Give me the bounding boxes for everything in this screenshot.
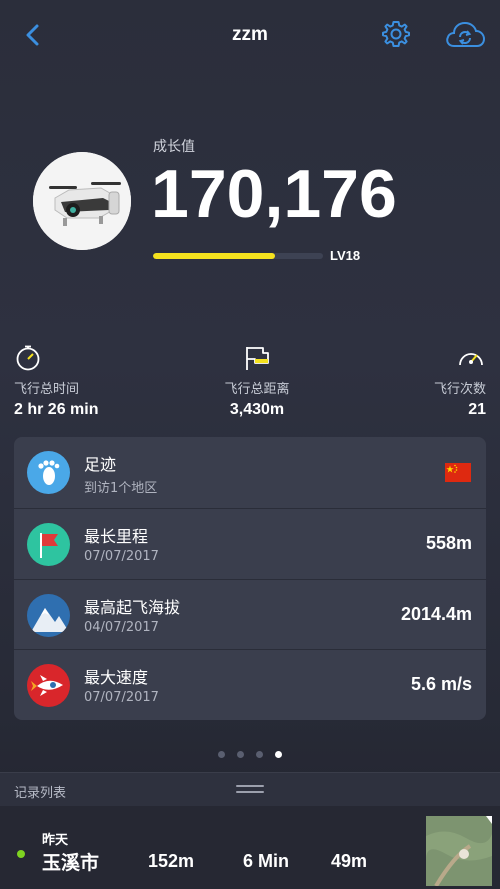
page-dot[interactable] bbox=[218, 751, 225, 758]
record-altitude: 49m bbox=[331, 851, 368, 871]
top-bar: zzm bbox=[0, 0, 500, 72]
level-progress-bar bbox=[153, 253, 323, 259]
record-distance: 152m bbox=[148, 851, 195, 871]
cloud-sync-button[interactable] bbox=[444, 18, 486, 52]
stat-flight-time: 飞行总时间 2 hr 26 min bbox=[14, 344, 98, 419]
achievement-row-footprint[interactable]: 足迹 到访1个地区 bbox=[14, 437, 486, 508]
achievement-title: 最长里程 bbox=[84, 526, 149, 546]
red-flag-icon bbox=[27, 522, 70, 566]
speedometer-icon bbox=[459, 353, 483, 366]
page-dot-active[interactable] bbox=[275, 751, 282, 758]
stat-value: 2 hr 26 min bbox=[14, 401, 99, 418]
drag-handle-icon[interactable] bbox=[236, 785, 264, 795]
drone-avatar[interactable] bbox=[33, 152, 131, 250]
stat-label: 飞行总距离 bbox=[224, 382, 290, 397]
gear-icon bbox=[382, 21, 410, 47]
china-flag-icon bbox=[445, 463, 471, 482]
page-title: zzm bbox=[232, 24, 268, 45]
achievement-subtitle: 07/07/2017 bbox=[84, 548, 159, 564]
stat-value: 3,430m bbox=[229, 401, 285, 418]
record-day: 昨天 bbox=[42, 833, 69, 848]
achievements-card: 足迹 到访1个地区 最长里程 07/07/2017 558m 最高起飞海拔 04… bbox=[14, 437, 486, 720]
settings-button[interactable] bbox=[380, 18, 412, 50]
achievement-title: 足迹 bbox=[84, 455, 117, 474]
records-label: 记录列表 bbox=[14, 786, 67, 801]
record-place: 玉溪市 bbox=[42, 852, 100, 874]
flight-map-thumbnail[interactable] bbox=[426, 816, 492, 886]
status-dot bbox=[17, 850, 25, 858]
record-duration: 6 Min bbox=[243, 851, 290, 871]
stat-label: 飞行总时间 bbox=[14, 382, 80, 397]
records-header[interactable]: 记录列表 bbox=[0, 772, 500, 806]
achievement-value: 5.6 m/s bbox=[410, 674, 472, 695]
stat-value: 21 bbox=[468, 401, 486, 418]
cloud-sync-icon bbox=[446, 21, 486, 47]
achievement-value: 2014.4m bbox=[400, 603, 472, 624]
achievement-title: 最高起飞海拔 bbox=[84, 597, 181, 617]
page-dot[interactable] bbox=[237, 751, 244, 758]
achievement-row-max-speed[interactable]: 最大速度 07/07/2017 5.6 m/s bbox=[14, 649, 486, 720]
achievement-subtitle: 07/07/2017 bbox=[84, 690, 159, 706]
page-dot[interactable] bbox=[256, 751, 263, 758]
achievement-title: 最大速度 bbox=[84, 668, 149, 688]
achievement-row-longest-distance[interactable]: 最长里程 07/07/2017 558m bbox=[14, 507, 486, 579]
footprint-icon bbox=[27, 451, 70, 494]
stat-label: 飞行次数 bbox=[433, 382, 486, 397]
growth-label: 成长值 bbox=[153, 139, 195, 155]
stat-flight-distance: 飞行总距离 3,430m bbox=[215, 344, 299, 419]
achievement-value: 558m bbox=[425, 532, 472, 553]
page-indicator bbox=[0, 751, 500, 758]
level-label: LV18 bbox=[330, 248, 361, 263]
mountain-icon bbox=[27, 593, 70, 637]
stat-flight-count: 飞行次数 21 bbox=[434, 344, 486, 419]
growth-value: 170,176 bbox=[151, 156, 397, 232]
drone-image bbox=[33, 152, 131, 250]
stopwatch-icon bbox=[16, 345, 40, 371]
achievement-subtitle: 04/07/2017 bbox=[84, 619, 159, 635]
flight-record-item[interactable]: 昨天 玉溪市 152m 6 Min 49m bbox=[0, 806, 500, 889]
rocket-icon bbox=[27, 664, 70, 708]
flag-icon bbox=[246, 347, 269, 370]
achievement-row-highest-altitude[interactable]: 最高起飞海拔 04/07/2017 2014.4m bbox=[14, 578, 486, 650]
achievement-subtitle: 到访1个地区 bbox=[84, 481, 158, 496]
level-progress-fill bbox=[153, 253, 276, 259]
